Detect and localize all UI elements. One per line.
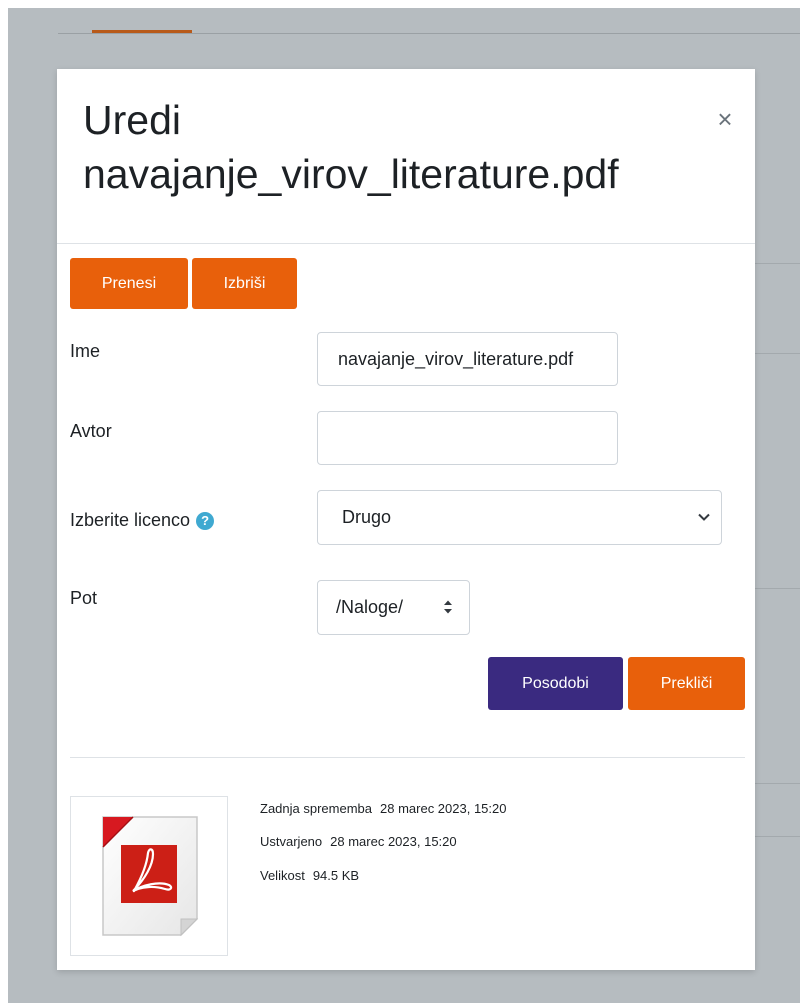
dialog-title: Uredi navajanje_virov_literature.pdf (83, 93, 693, 201)
chevron-down-icon (698, 513, 710, 521)
close-icon: × (717, 104, 733, 134)
sort-updown-icon (444, 600, 452, 614)
created-info: Ustvarjeno 28 marec 2023, 15:20 (260, 834, 457, 849)
size-info: Velikost 94.5 KB (260, 868, 359, 883)
pdf-file-icon (102, 816, 199, 937)
created-value: 28 marec 2023, 15:20 (330, 834, 457, 849)
name-input[interactable] (317, 332, 618, 386)
dialog-title-prefix: Uredi (83, 97, 181, 143)
modified-value: 28 marec 2023, 15:20 (380, 801, 507, 816)
path-selected-value: /Naloge/ (336, 597, 404, 617)
update-button[interactable]: Posodobi (488, 657, 623, 710)
delete-button[interactable]: Izbriši (192, 258, 297, 309)
license-selected-value: Drugo (342, 507, 392, 527)
background-divider (752, 353, 800, 354)
license-label-group: Izberite licenco? (70, 510, 215, 531)
size-label: Velikost (260, 868, 305, 883)
license-label: Izberite licenco (70, 510, 191, 530)
modified-label: Zadnja sprememba (260, 801, 372, 816)
file-thumbnail (70, 796, 228, 956)
dialog-title-filename: navajanje_virov_literature.pdf (83, 151, 619, 197)
license-select[interactable]: Drugo (317, 490, 722, 545)
close-button[interactable]: × (711, 105, 739, 133)
path-select[interactable]: /Naloge/ (317, 580, 470, 635)
dialog-header: Uredi navajanje_virov_literature.pdf × (57, 69, 755, 244)
background-divider (752, 588, 800, 589)
created-label: Ustvarjeno (260, 834, 323, 849)
size-value: 94.5 KB (312, 868, 360, 883)
background-divider (752, 263, 800, 264)
edit-file-dialog: Uredi navajanje_virov_literature.pdf × P… (57, 69, 755, 970)
help-icon[interactable]: ? (196, 512, 215, 530)
cancel-button[interactable]: Prekliči (628, 657, 745, 710)
author-label: Avtor (70, 421, 112, 441)
background-divider (752, 836, 800, 837)
background-divider (58, 33, 800, 34)
background-divider (752, 783, 800, 784)
author-input[interactable] (317, 411, 618, 465)
footer-divider (70, 757, 745, 758)
upload-button[interactable]: Prenesi (70, 258, 188, 309)
path-label: Pot (70, 588, 98, 608)
modified-info: Zadnja sprememba 28 marec 2023, 15:20 (260, 801, 506, 816)
name-label: Ime (70, 341, 101, 361)
